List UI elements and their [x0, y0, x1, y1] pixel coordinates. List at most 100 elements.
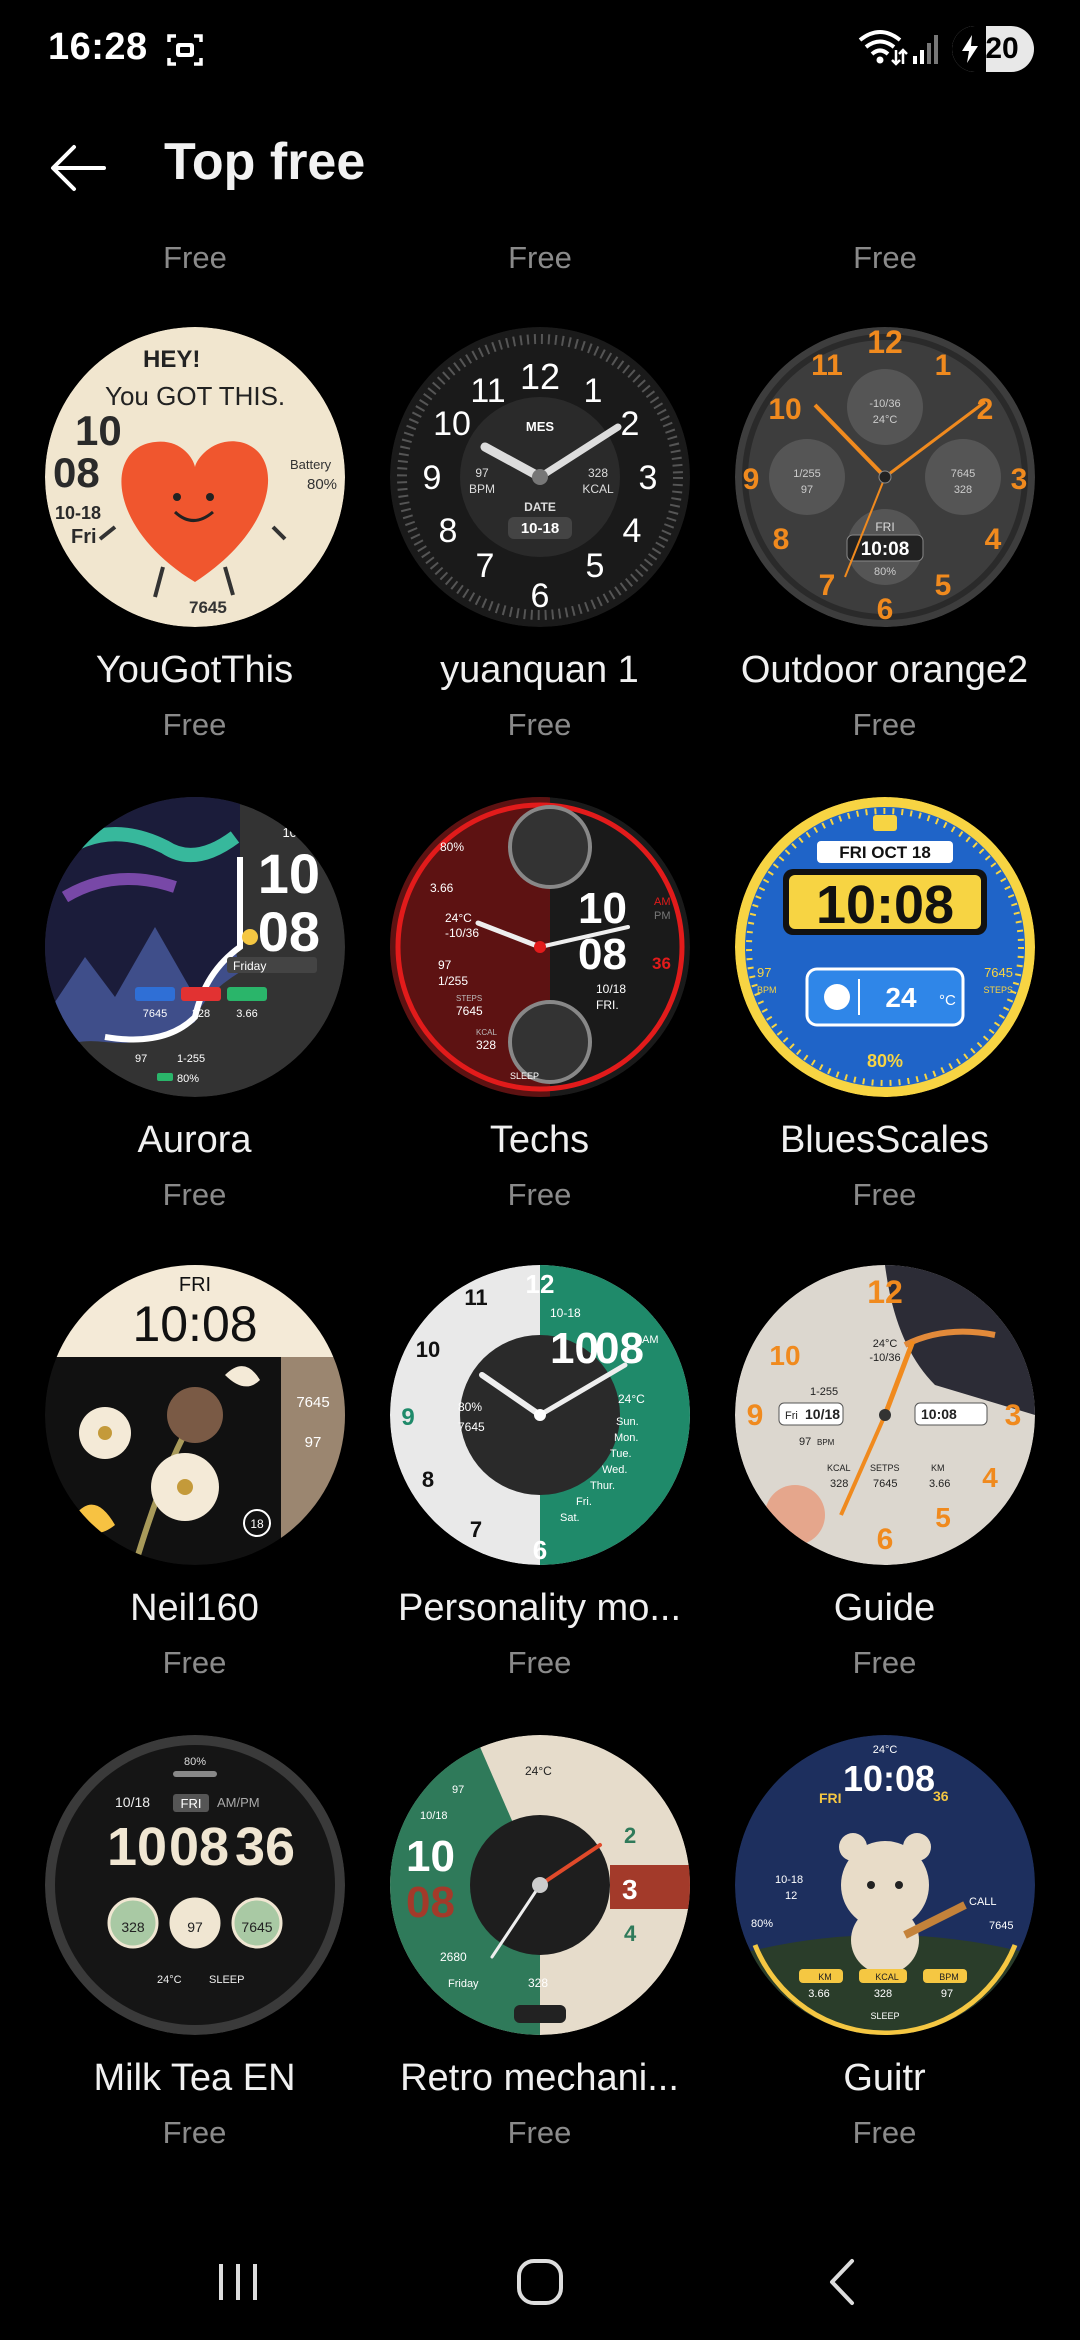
face-text: 7645: [458, 1420, 485, 1434]
face-text: 11: [470, 372, 505, 410]
face-text: 6: [531, 577, 550, 615]
watchface-name: YouGotThis: [95, 649, 294, 691]
face-text: 4: [624, 1921, 637, 1946]
watchface-name: Neil160: [130, 1587, 259, 1629]
face-text: 10:08: [861, 539, 910, 560]
face-text: 10-18: [521, 520, 559, 537]
face-text: 24°C: [445, 911, 472, 925]
face-text: 10-18: [775, 1874, 803, 1886]
face-text: 3: [639, 459, 658, 497]
face-text: AM/PM: [217, 1795, 260, 1810]
face-text: 328: [476, 1038, 496, 1052]
watchface-preview[interactable]: 80% 10/18 FRI AM/PM 10 08 36 328 97 7645…: [45, 1735, 345, 2035]
face-text: 10:08: [921, 1406, 957, 1422]
face-text: KM: [931, 1463, 945, 1473]
face-text: 18: [250, 1517, 264, 1531]
watchface-preview[interactable]: 24°C FRI 10:08 36 10-18 12 80% CALL 7645…: [735, 1735, 1035, 2035]
face-text: 9: [423, 459, 442, 497]
face-text: 1: [584, 372, 603, 410]
face-text: 10: [769, 1340, 800, 1371]
face-text: 5: [586, 547, 605, 585]
face-text: 7: [476, 547, 495, 585]
face-text: KCAL: [827, 1463, 851, 1473]
face-text: 12: [785, 1890, 797, 1902]
watchface-card[interactable]: 12 1 2 3 4 5 6 7 8 9 10 11 -10/36 24°C 1…: [712, 327, 1057, 747]
face-text: 80%: [177, 1073, 199, 1085]
watchface-preview[interactable]: FRI OCT 18 10:08 24 °C 80% 97 BPM 7645 S…: [735, 797, 1035, 1097]
face-text: 11: [811, 349, 843, 382]
face-text: 11: [464, 1285, 487, 1310]
watchface-card[interactable]: HEY! You GOT THIS. 10 08 10-18 Fri Batte…: [22, 327, 367, 747]
watchface-card[interactable]: 10/18 10 08 Friday 7645 328 3.66 97 1-25…: [22, 797, 367, 1217]
face-text: 5: [935, 1502, 951, 1533]
face-text: 9: [747, 1399, 764, 1432]
watchface-preview[interactable]: 12 3 4 5 6 9 10 24°C -10/36 1-255 Fri 10…: [735, 1265, 1035, 1565]
face-text: 97: [135, 1053, 147, 1065]
face-text: Fri: [785, 1410, 798, 1422]
watchface-card[interactable]: 80% 3.66 24°C -10/36 97 1/255 STEPS 7645…: [367, 797, 712, 1217]
face-text: 3.66: [808, 1988, 829, 2000]
face-text: 10: [768, 393, 801, 426]
face-text: 8: [773, 523, 790, 556]
watchface-card[interactable]: 12 6 9 10 11 8 7 10-18 10 08 AM 24°C 80%…: [367, 1265, 712, 1685]
home-button[interactable]: [480, 2247, 600, 2317]
face-text: 328: [874, 1988, 892, 2000]
face-text: FRI.: [596, 998, 619, 1012]
watchface-preview[interactable]: 10/18 10 08 Friday 7645 328 3.66 97 1-25…: [45, 797, 345, 1097]
face-text: 3: [1011, 463, 1028, 496]
watchface-preview[interactable]: HEY! You GOT THIS. 10 08 10-18 Fri Batte…: [45, 327, 345, 627]
face-text: FRI: [875, 520, 894, 534]
face-text: STEPS: [983, 985, 1013, 995]
face-text: 2680: [440, 1950, 467, 1964]
watchface-preview[interactable]: 12 6 9 10 11 8 7 10-18 10 08 AM 24°C 80%…: [390, 1265, 690, 1565]
face-text: 1/255: [438, 974, 468, 988]
watchface-preview[interactable]: FRI 10:08 7645 97 18: [45, 1265, 345, 1565]
watchface-preview[interactable]: 80% 3.66 24°C -10/36 97 1/255 STEPS 7645…: [390, 797, 690, 1097]
recent-apps-button[interactable]: [178, 2247, 298, 2317]
watchface-card[interactable]: 80% 10/18 FRI AM/PM 10 08 36 328 97 7645…: [22, 1735, 367, 2155]
face-text: -10/36: [869, 398, 900, 410]
face-text: 1: [935, 349, 952, 382]
face-text: 7: [470, 1517, 482, 1542]
face-text: 1/255: [793, 468, 821, 480]
face-text: Sun.: [616, 1416, 639, 1428]
watchface-card[interactable]: 12 3 4 5 6 9 10 24°C -10/36 1-255 Fri 10…: [712, 1265, 1057, 1685]
face-text: -10/36: [445, 926, 479, 940]
watchface-card[interactable]: FRI OCT 18 10:08 24 °C 80% 97 BPM 7645 S…: [712, 797, 1057, 1217]
face-text: 08: [258, 900, 320, 963]
watchface-card[interactable]: 3 2 4 97 24°C 10/18 10 08 2680 Friday 32…: [367, 1735, 712, 2155]
face-text: 10/18: [282, 825, 315, 840]
face-text: Friday: [233, 959, 266, 973]
face-text: Battery: [290, 457, 332, 472]
watchface-name: Outdoor orange2: [740, 649, 1029, 691]
face-text: FRI: [179, 1274, 211, 1296]
face-text: 10:08: [843, 1758, 935, 1799]
previous-row-price: Free: [163, 240, 227, 275]
face-text: 12: [526, 1269, 555, 1299]
watchface-name: Milk Tea EN: [93, 2057, 296, 2099]
face-text: 24: [885, 982, 917, 1013]
watchface-name: BluesScales: [779, 1119, 990, 1161]
watchface-preview[interactable]: 12 1 2 3 4 5 6 7 8 9 10 11 -10/36 24°C 1…: [735, 327, 1035, 627]
watchface-card[interactable]: 24°C FRI 10:08 36 10-18 12 80% CALL 7645…: [712, 1735, 1057, 2155]
face-text: 80%: [458, 1400, 482, 1414]
face-text: 3.66: [430, 881, 454, 895]
face-text: 328: [954, 484, 972, 496]
watchface-price: Free: [162, 1177, 227, 1212]
watchface-card[interactable]: 12 1 2 3 4 5 6 7 8 9 10 11 MES 97 BPM 32…: [367, 327, 712, 747]
face-text: BPM: [757, 985, 777, 995]
mail-icon: [873, 815, 897, 831]
face-text: 328: [588, 466, 608, 480]
face-text: 10: [406, 1832, 455, 1881]
face-text: KCAL: [476, 1028, 497, 1037]
watchface-preview[interactable]: 3 2 4 97 24°C 10/18 10 08 2680 Friday 32…: [390, 1735, 690, 2035]
face-text: 80%: [751, 1918, 773, 1930]
back-nav-button[interactable]: [782, 2247, 902, 2317]
watchface-card[interactable]: FRI 10:08 7645 97 18 Neil160 Free: [22, 1265, 367, 1685]
watchface-preview[interactable]: 12 1 2 3 4 5 6 7 8 9 10 11 MES 97 BPM 32…: [390, 327, 690, 627]
face-text: 80%: [874, 566, 896, 578]
face-text: 24°C: [873, 414, 898, 426]
face-text: FRI: [819, 1790, 842, 1806]
face-text: 10-18: [550, 1306, 581, 1320]
face-text: 97: [801, 484, 813, 496]
